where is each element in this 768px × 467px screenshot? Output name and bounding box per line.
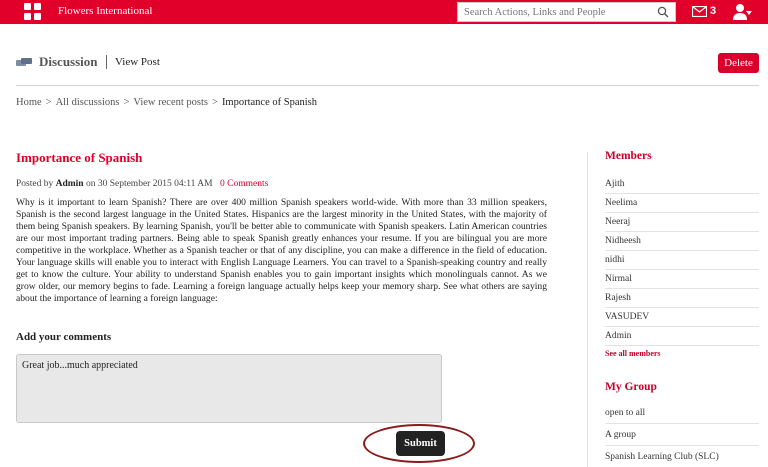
list-divider [605,423,759,424]
submit-button[interactable]: Submit [396,431,445,456]
list-divider [605,288,759,289]
member-item[interactable]: nidhi [605,255,625,265]
post-body: Why is it important to learn Spanish? Th… [16,197,547,305]
list-divider [605,231,759,232]
post-title: Importance of Spanish [16,150,143,165]
breadcrumb-separator: > [212,97,218,108]
member-item[interactable]: Ajith [605,179,625,189]
my-group-title: My Group [605,381,657,393]
posted-by-label: Posted by [16,179,54,189]
post-meta: Posted by Admin on 30 September 2015 04:… [16,179,213,189]
member-item[interactable]: Admin [605,331,631,341]
comments-count-link[interactable]: 0 Comments [220,179,268,189]
list-divider [605,326,759,327]
post-date: on 30 September 2015 04:11 AM [85,179,213,189]
brand-name[interactable]: Flowers International [58,5,152,17]
breadcrumb-separator: > [123,97,130,108]
member-item[interactable]: Neelima [605,198,637,208]
search-icon[interactable] [657,6,669,18]
app-grid-icon[interactable] [24,3,42,21]
header-divider [16,85,759,86]
top-bar: Flowers International 3 [0,0,768,24]
member-item[interactable]: Rajesh [605,293,631,303]
member-item[interactable]: Nirmal [605,274,632,284]
breadcrumb-separator: > [45,97,52,108]
breadcrumb: Home > All discussions > View recent posts > I… [16,97,317,108]
member-item[interactable]: VASUDEV [605,312,649,322]
group-item[interactable]: A group [605,430,636,440]
member-item[interactable]: Nidheesh [605,236,641,246]
list-divider [605,307,759,308]
chevron-down-icon[interactable] [746,11,752,15]
breadcrumb-home[interactable]: Home [16,97,42,108]
group-item[interactable]: open to all [605,408,645,418]
see-all-members-link[interactable]: See all members [605,349,661,358]
list-divider [605,212,759,213]
discussion-icon [16,58,32,66]
post-author[interactable]: Admin [56,179,84,189]
search-input[interactable] [458,3,653,21]
group-item[interactable]: Spanish Learning Club (SLC) [605,452,719,462]
title-divider [106,55,107,69]
comment-textarea[interactable]: Great job...much appreciated [16,354,442,423]
search-box[interactable] [457,2,676,22]
view-post-label: View Post [115,56,160,68]
list-divider [605,250,759,251]
sidebar-divider [587,152,588,467]
add-comment-label: Add your comments [16,331,112,343]
mail-icon[interactable] [692,6,707,17]
page-title: Discussion [39,54,98,69]
list-divider [605,193,759,194]
list-divider [605,445,759,446]
list-divider [605,345,759,346]
member-item[interactable]: Neeraj [605,217,630,227]
breadcrumb-current: Importance of Spanish [221,97,317,108]
mail-count-badge[interactable]: 3 [710,5,716,17]
breadcrumb-recent-posts[interactable]: View recent posts [133,97,208,108]
breadcrumb-all-discussions[interactable]: All discussions [56,97,120,108]
delete-button[interactable]: Delete [718,53,759,73]
list-divider [605,269,759,270]
members-title: Members [605,150,652,162]
